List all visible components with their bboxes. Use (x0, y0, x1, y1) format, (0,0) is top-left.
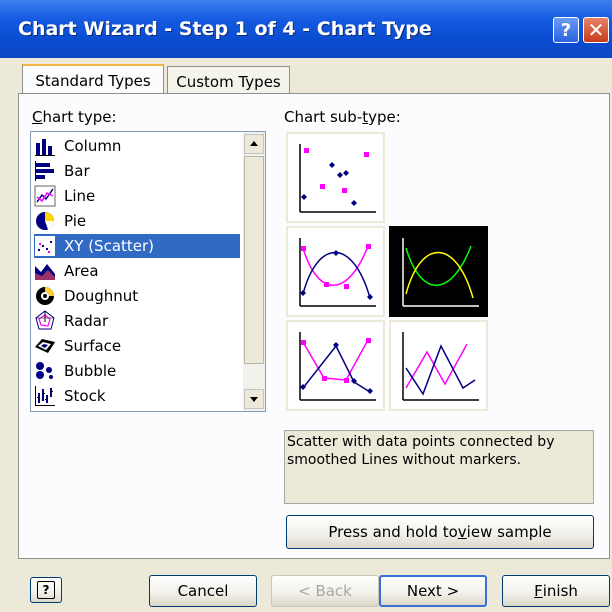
scroll-thumb[interactable] (244, 156, 264, 364)
subtype-scatter-smoothed-with-markers[interactable] (286, 226, 385, 317)
chart-type-label: Chart type: (32, 108, 117, 126)
chart-type-item-bubble[interactable]: Bubble (34, 359, 240, 383)
chart-type-label-text: XY (Scatter) (64, 237, 155, 255)
help-button[interactable]: ? (30, 577, 62, 603)
chart-wizard-dialog: Chart Wizard - Step 1 of 4 - Chart Type … (0, 0, 612, 612)
next-button[interactable]: Next > (379, 575, 487, 607)
chart-type-item-bar[interactable]: Bar (34, 159, 240, 183)
bubble-chart-icon (36, 362, 53, 379)
chart-type-item-doughnut[interactable]: Doughnut (34, 284, 240, 308)
title-bar[interactable]: Chart Wizard - Step 1 of 4 - Chart Type … (0, 0, 612, 58)
subtype-scatter-lines-without-markers[interactable] (389, 320, 488, 411)
cancel-button[interactable]: Cancel (149, 575, 257, 607)
arrow-down-icon (250, 397, 258, 402)
scroll-down-button[interactable] (244, 389, 264, 409)
subtype-scatter-smoothed-without-markers[interactable] (389, 226, 488, 317)
close-button[interactable]: ✕ (583, 17, 609, 43)
chart-type-label-text: Area (64, 262, 99, 280)
chart-type-item-stock[interactable]: Stock (34, 384, 240, 408)
scatter-chart-icon (35, 236, 55, 256)
chart-type-item-pie[interactable]: Pie (34, 209, 240, 233)
chart-type-item-radar[interactable]: Radar (34, 309, 240, 333)
scatter-lines-markers-icon (299, 332, 376, 401)
subtype-scatter-markers-only[interactable] (286, 132, 385, 223)
chart-type-label-text: Stock (64, 387, 106, 405)
chart-type-label-text: Line (64, 187, 96, 205)
chart-type-label-text: Pie (64, 212, 87, 230)
scatter-smoothed-markers-icon (299, 238, 376, 307)
tab-custom-types[interactable]: Custom Types (167, 66, 290, 96)
title-help-button[interactable]: ? (553, 17, 579, 43)
pie-chart-icon (36, 212, 55, 230)
radar-chart-icon (35, 310, 55, 330)
chart-type-item-line[interactable]: Line (34, 184, 240, 208)
chart-type-label-text: Doughnut (64, 287, 139, 305)
chart-type-scrollbar[interactable] (243, 132, 265, 411)
column-chart-icon (35, 139, 55, 156)
chart-type-item-surface[interactable]: Surface (34, 334, 240, 358)
chart-type-label-text: Bubble (64, 362, 117, 380)
stock-chart-icon (35, 386, 55, 406)
line-chart-icon (34, 185, 56, 207)
tab-standard-types[interactable]: Standard Types (22, 64, 164, 96)
area-chart-icon (35, 264, 55, 280)
scatter-smoothed-no-markers-icon (402, 238, 479, 307)
chart-type-label-text: Column (64, 137, 122, 155)
chart-type-item-area[interactable]: Area (34, 259, 240, 283)
doughnut-chart-icon (36, 287, 54, 305)
chart-type-list[interactable]: Column Bar Line Pie XY (Scatter) Area Do… (30, 131, 266, 412)
press-and-hold-sample-button[interactable]: Press and hold to v iew sample (286, 515, 594, 549)
bar-chart-icon (35, 161, 54, 181)
chart-type-label-text: Surface (64, 337, 122, 355)
chart-type-item-scatter[interactable]: XY (Scatter) (34, 234, 240, 258)
back-button[interactable]: < Back (271, 575, 379, 607)
scatter-markers-only-icon (299, 144, 376, 213)
scroll-up-button[interactable] (244, 134, 264, 154)
subtype-description: Scatter with data points connected by sm… (284, 430, 594, 504)
chart-type-label-text: Radar (64, 312, 109, 330)
chart-type-label-text: Bar (64, 162, 90, 180)
surface-chart-icon (35, 339, 55, 353)
chart-type-item-column[interactable]: Column (34, 134, 240, 158)
arrow-up-icon (250, 141, 258, 146)
window-title: Chart Wizard - Step 1 of 4 - Chart Type (18, 18, 432, 40)
finish-button[interactable]: Finish (502, 575, 610, 607)
scatter-lines-no-markers-icon (402, 332, 479, 401)
subtype-scatter-lines-with-markers[interactable] (286, 320, 385, 411)
help-icon: ? (37, 581, 55, 599)
chart-subtype-label: Chart sub-type: (284, 108, 401, 126)
